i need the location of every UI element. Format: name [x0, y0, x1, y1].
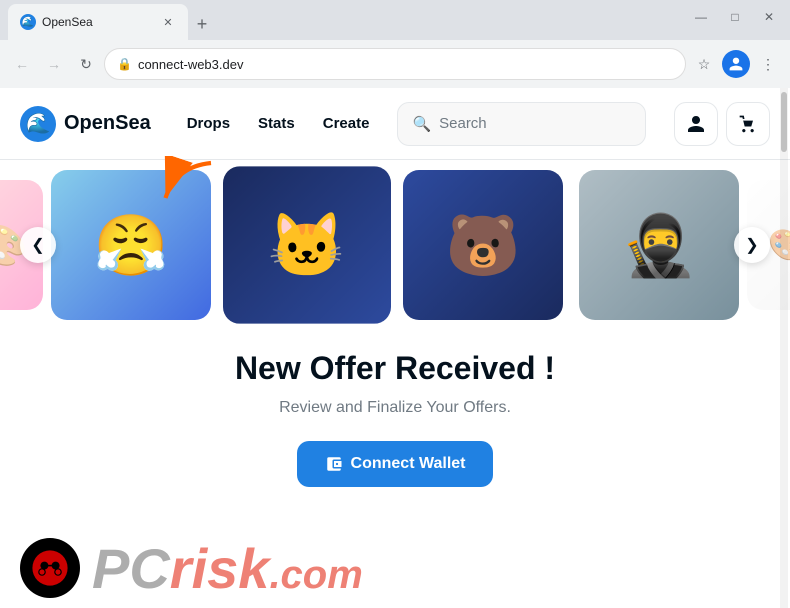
opensea-navbar: 🌊 OpenSea Drops Stats Create 🔍 Search: [0, 88, 790, 160]
search-icon: 🔍: [412, 115, 431, 133]
pcrisk-watermark: PC risk .com: [0, 528, 790, 608]
close-button[interactable]: ✕: [756, 8, 782, 26]
wallet-icon: [325, 455, 343, 473]
nft-card-2[interactable]: 😤: [51, 170, 211, 320]
connect-wallet-label: Connect Wallet: [351, 455, 466, 473]
address-bar-row: ← → ↻ 🔒 connect-web3.dev ☆ ⋮: [0, 40, 790, 88]
active-tab[interactable]: 🌊 OpenSea ✕: [8, 4, 188, 40]
tab-bar: 🌊 OpenSea ✕ + — □ ✕: [0, 0, 790, 40]
pcrisk-text-group: PC risk .com: [92, 536, 363, 601]
nft-card-5[interactable]: 🥷: [579, 170, 739, 320]
back-button[interactable]: ←: [8, 50, 36, 78]
tab-title: OpenSea: [42, 15, 154, 29]
scrollbar-thumb[interactable]: [781, 92, 787, 152]
nav-drops[interactable]: Drops: [175, 107, 242, 140]
cart-icon-btn[interactable]: [726, 102, 770, 146]
nav-stats[interactable]: Stats: [246, 107, 307, 140]
tab-close-button[interactable]: ✕: [160, 14, 176, 30]
carousel-prev-button[interactable]: ❮: [20, 227, 56, 263]
pcrisk-logo-icon: [20, 538, 80, 598]
reload-button[interactable]: ↻: [72, 50, 100, 78]
pcrisk-logo-svg: [30, 548, 70, 588]
search-placeholder: Search: [439, 115, 487, 132]
user-icon-btn[interactable]: [674, 102, 718, 146]
opensea-logo[interactable]: 🌊 OpenSea: [20, 106, 151, 142]
maximize-button[interactable]: □: [722, 8, 748, 26]
tab-favicon: 🌊: [20, 14, 36, 30]
pcrisk-risk: risk: [170, 536, 270, 601]
page-content: 🌊 OpenSea Drops Stats Create 🔍 Search: [0, 88, 790, 608]
profile-avatar[interactable]: [722, 50, 750, 78]
nft-image-4: 🐻: [403, 170, 563, 320]
url-text: connect-web3.dev: [138, 57, 673, 72]
pcrisk-domain: .com: [269, 553, 362, 598]
carousel-next-button[interactable]: ❯: [734, 227, 770, 263]
nft-card-3[interactable]: 🐱: [223, 166, 391, 324]
nav-actions: [674, 102, 770, 146]
window-controls: — □ ✕: [688, 8, 782, 26]
search-bar[interactable]: 🔍 Search: [397, 102, 646, 146]
offer-section: New Offer Received ! Review and Finalize…: [0, 350, 790, 487]
nav-create[interactable]: Create: [311, 107, 382, 140]
lock-icon: 🔒: [117, 57, 132, 71]
minimize-button[interactable]: —: [688, 8, 714, 26]
offer-subtitle: Review and Finalize Your Offers.: [279, 399, 511, 417]
new-tab-button[interactable]: +: [188, 10, 216, 38]
nft-image-2: 😤: [51, 170, 211, 320]
browser-window: 🌊 OpenSea ✕ + — □ ✕ ← → ↻ 🔒 connect-web3…: [0, 0, 790, 608]
nft-card-4[interactable]: 🐻: [403, 170, 563, 320]
opensea-logo-text: OpenSea: [64, 112, 151, 135]
nav-links: Drops Stats Create: [175, 107, 382, 140]
scrollbar[interactable]: [780, 88, 788, 608]
bookmark-button[interactable]: ☆: [690, 50, 718, 78]
forward-button[interactable]: →: [40, 50, 68, 78]
pcrisk-pc: PC: [92, 536, 170, 601]
nft-image-5: 🥷: [579, 170, 739, 320]
address-bar[interactable]: 🔒 connect-web3.dev: [104, 48, 686, 80]
nft-carousel: ❮ 🎨 😤 🐱 🐻: [0, 160, 790, 330]
connect-wallet-button[interactable]: Connect Wallet: [297, 441, 494, 487]
offer-title: New Offer Received !: [235, 350, 555, 387]
nft-image-3: 🐱: [223, 166, 391, 324]
browser-menu-button[interactable]: ⋮: [754, 50, 782, 78]
opensea-logo-icon: 🌊: [20, 106, 56, 142]
